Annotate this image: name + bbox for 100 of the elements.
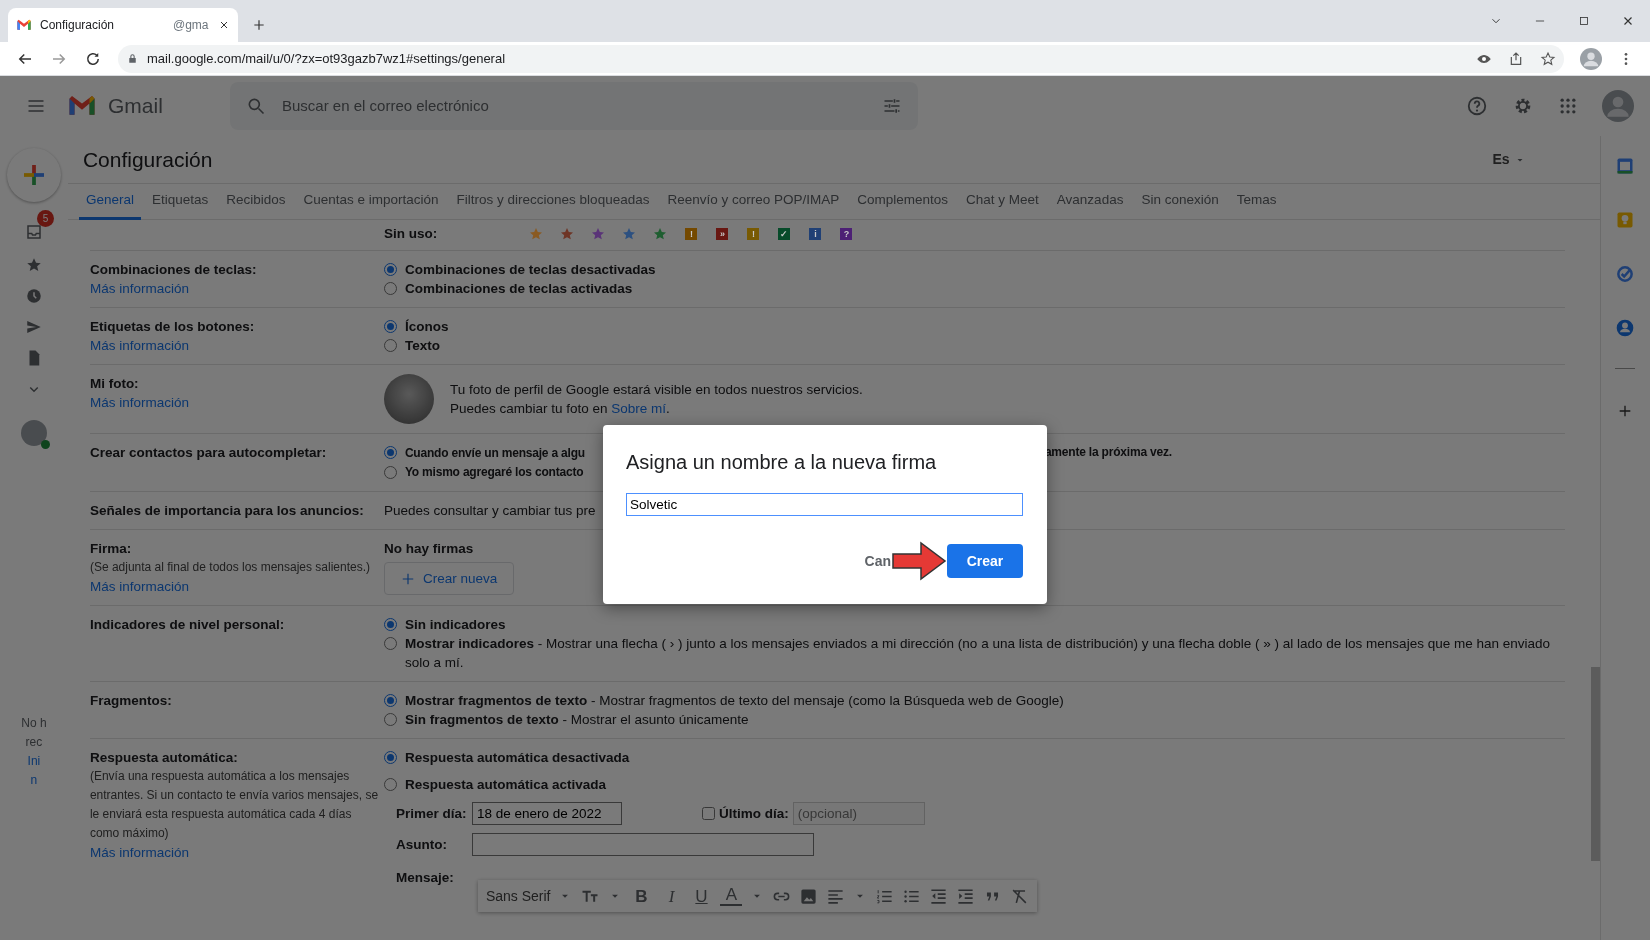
radio-button[interactable] xyxy=(383,618,397,632)
subject-field[interactable] xyxy=(471,833,814,857)
font-selector[interactable]: Sans Serif xyxy=(485,886,551,906)
label-badge[interactable]: » xyxy=(716,228,729,241)
option-label[interactable]: Íconos xyxy=(404,317,449,337)
browser-tab[interactable]: Configuración @gma xyxy=(8,8,238,42)
more-info-link[interactable]: Más información xyxy=(89,393,189,413)
create-signature-button[interactable]: Crear nueva xyxy=(383,562,515,596)
format-button[interactable]: I xyxy=(660,886,683,906)
unread-count: 5 xyxy=(36,210,54,227)
settings-tab[interactable]: Temas xyxy=(1229,184,1284,220)
radio-button[interactable] xyxy=(383,263,397,277)
maximize-icon[interactable] xyxy=(1577,14,1591,28)
about-me-link[interactable]: Sobre mí xyxy=(611,401,667,417)
option-label[interactable]: Cuando envíe un mensaje a algu xyxy=(404,446,585,461)
radio-button[interactable] xyxy=(383,446,397,460)
setting-label: Sin uso: xyxy=(383,225,439,243)
settings-tab[interactable]: Avanzadas xyxy=(1049,184,1131,220)
format-button[interactable]: U xyxy=(690,886,713,906)
avatar-icon[interactable] xyxy=(1580,47,1602,70)
label-badge[interactable]: ✓ xyxy=(778,228,791,241)
radio-button[interactable] xyxy=(383,751,397,765)
setting-label: Indicadores de nivel personal: xyxy=(89,616,286,635)
cancel-button[interactable]: Can xyxy=(864,550,891,572)
signature-name-field[interactable]: Solvetic xyxy=(626,493,1023,516)
tasks-icon[interactable] xyxy=(1615,264,1636,284)
language-selector[interactable]: Es xyxy=(1492,149,1510,170)
option-label[interactable]: Texto xyxy=(404,336,440,356)
notice-text: No h xyxy=(21,715,47,732)
option-label[interactable]: Sin indicadores xyxy=(404,615,506,635)
label-badge[interactable]: ? xyxy=(840,228,853,241)
label-badge[interactable]: ! xyxy=(685,228,698,241)
option-label[interactable]: Sin fragmentos de texto - Mostrar el asunto únicamente xyxy=(404,710,749,730)
new-tab-icon[interactable] xyxy=(252,18,266,32)
settings-tab[interactable]: Etiquetas xyxy=(144,184,216,220)
notice-text[interactable]: n xyxy=(30,771,38,790)
more-info-link[interactable]: Más información xyxy=(89,577,189,597)
option-label[interactable]: Yo mismo agregaré los contacto xyxy=(404,463,584,483)
inbox-icon[interactable] xyxy=(24,222,43,241)
radio-button[interactable] xyxy=(383,778,397,792)
more-info-link[interactable]: Más información xyxy=(89,279,189,299)
share-icon[interactable] xyxy=(1508,50,1524,67)
search-icon[interactable] xyxy=(246,96,266,116)
close-icon[interactable] xyxy=(218,19,230,31)
option-label[interactable]: Combinaciones de teclas activadas xyxy=(404,279,633,299)
option-label[interactable]: Combinaciones de teclas desactivadas xyxy=(404,260,656,280)
settings-tab[interactable]: Filtros y direcciones bloqueadas xyxy=(449,184,657,220)
dialog-title: Asigna un nombre a la nueva firma xyxy=(626,450,938,475)
option-label[interactable]: Mostrar fragmentos de texto - Mostrar fragmentos de texto del mensaje (como la Búsqueda web de Google) xyxy=(404,691,1064,711)
settings-tab[interactable]: Complementos xyxy=(850,184,956,220)
settings-tab[interactable]: General xyxy=(78,184,141,220)
lightbulb-icon[interactable] xyxy=(1615,210,1636,230)
apps-icon[interactable] xyxy=(1558,96,1578,116)
field-label: Mensaje: xyxy=(395,869,455,888)
setting-label: Firma: xyxy=(89,540,133,559)
radio-button[interactable] xyxy=(383,713,397,727)
radio-button[interactable] xyxy=(383,339,397,353)
radio-button[interactable] xyxy=(383,694,397,708)
outdent-icon[interactable] xyxy=(929,886,949,906)
date-field[interactable]: (opcional) xyxy=(792,802,925,826)
online-status-dot xyxy=(40,440,50,449)
option-label[interactable]: amente la próxima vez. xyxy=(1044,443,1172,464)
format-button[interactable]: B xyxy=(630,886,653,906)
radio-button[interactable] xyxy=(383,637,397,651)
settings-tab[interactable]: Reenvío y correo POP/IMAP xyxy=(660,184,847,220)
indent-icon[interactable] xyxy=(956,886,976,906)
contacts-icon[interactable] xyxy=(1615,318,1636,338)
settings-tab[interactable]: Chat y Meet xyxy=(959,184,1046,220)
address-bar[interactable]: mail.google.com/mail/u/0/?zx=ot93gazb7wz1#settings/general xyxy=(118,44,1564,73)
search-field[interactable]: Buscar en el correo electrónico xyxy=(230,82,918,130)
clock-icon[interactable] xyxy=(24,287,43,305)
radio-button[interactable] xyxy=(383,320,397,334)
label-badge[interactable]: ! xyxy=(747,228,760,241)
send-icon[interactable] xyxy=(24,318,43,336)
option-label[interactable]: Respuesta automática desactivada xyxy=(404,748,630,768)
label-badge[interactable]: i xyxy=(809,228,822,241)
filter-options-icon[interactable] xyxy=(882,96,902,116)
radio-button[interactable] xyxy=(383,466,397,480)
date-field[interactable]: 18 de enero de 2022 xyxy=(471,802,622,826)
format-button[interactable]: A xyxy=(720,886,743,907)
calendar-icon[interactable] xyxy=(1615,156,1636,176)
avatar[interactable] xyxy=(20,420,47,446)
settings-tab[interactable]: Recibidos xyxy=(219,184,293,220)
help-icon[interactable] xyxy=(1466,95,1488,117)
create-button[interactable]: Crear xyxy=(947,544,1023,578)
radio-button[interactable] xyxy=(383,282,397,296)
image-icon[interactable] xyxy=(799,886,819,906)
plus-icon xyxy=(400,571,415,586)
avatar-icon[interactable] xyxy=(1602,90,1634,122)
compose-button[interactable] xyxy=(6,148,61,202)
more-info-link[interactable]: Más información xyxy=(89,843,189,863)
option-label[interactable]: Mostrar indicadores - Mostrar una flecha ( › ) junto a los mensajes enviados a mi dirección (no a una lista de distribución) y una flecha doble ( » ) al lado de los mensajes que me han enviado solo a mí. xyxy=(404,634,1565,673)
settings-tab[interactable]: Cuentas e importación xyxy=(296,184,446,220)
more-info-link[interactable]: Más información xyxy=(89,336,189,356)
bookmark-star-icon[interactable] xyxy=(1540,50,1556,67)
notice-text[interactable]: Ini xyxy=(27,752,41,771)
scrollbar[interactable] xyxy=(1590,667,1600,861)
checkbox[interactable] xyxy=(701,807,715,821)
option-label[interactable]: Respuesta automática activada xyxy=(404,775,606,795)
settings-tab[interactable]: Sin conexión xyxy=(1134,184,1226,220)
